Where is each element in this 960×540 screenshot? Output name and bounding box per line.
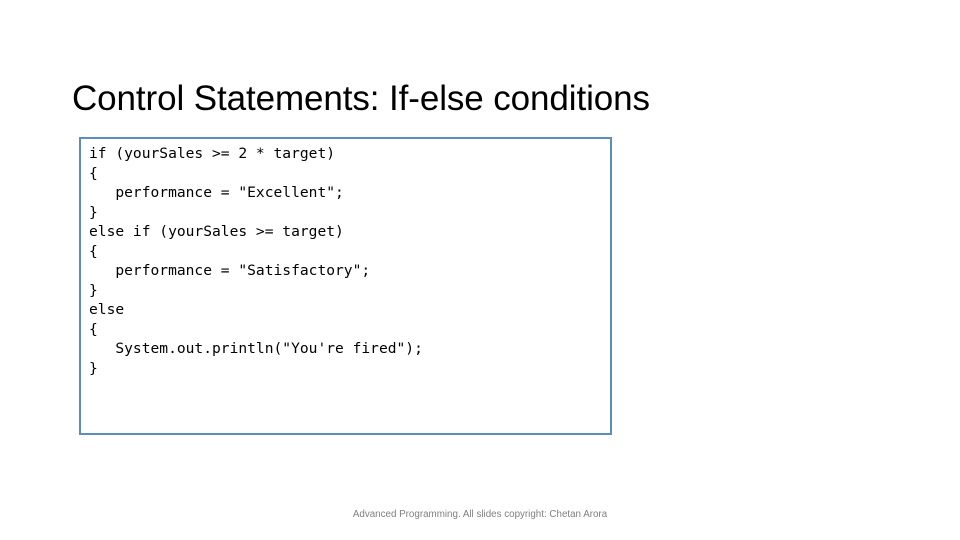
code-line: if (yourSales >= 2 * target)	[89, 145, 336, 162]
code-line: System.out.println("You're fired");	[89, 340, 423, 358]
code-line: performance = "Satisfactory";	[89, 262, 371, 280]
code-line: performance = "Excellent";	[89, 184, 344, 202]
code-line: }	[89, 203, 98, 221]
slide-footer: Advanced Programming. All slides copyrig…	[352, 509, 608, 520]
code-block-container: if (yourSales >= 2 * target) { performanc…	[79, 137, 612, 435]
code-line: }	[89, 360, 98, 378]
code-line: {	[89, 164, 98, 182]
page-title: Control Statements: If-else conditions	[72, 79, 650, 119]
code-line: else if (yourSales >= target)	[89, 223, 344, 241]
code-line: {	[89, 320, 98, 338]
code-line: {	[89, 242, 98, 260]
slide-canvas: Control Statements: If-else conditions i…	[0, 0, 960, 540]
code-listing: if (yourSales >= 2 * target) { performanc…	[89, 144, 423, 379]
code-line: else	[89, 301, 125, 319]
code-line: }	[89, 281, 98, 299]
